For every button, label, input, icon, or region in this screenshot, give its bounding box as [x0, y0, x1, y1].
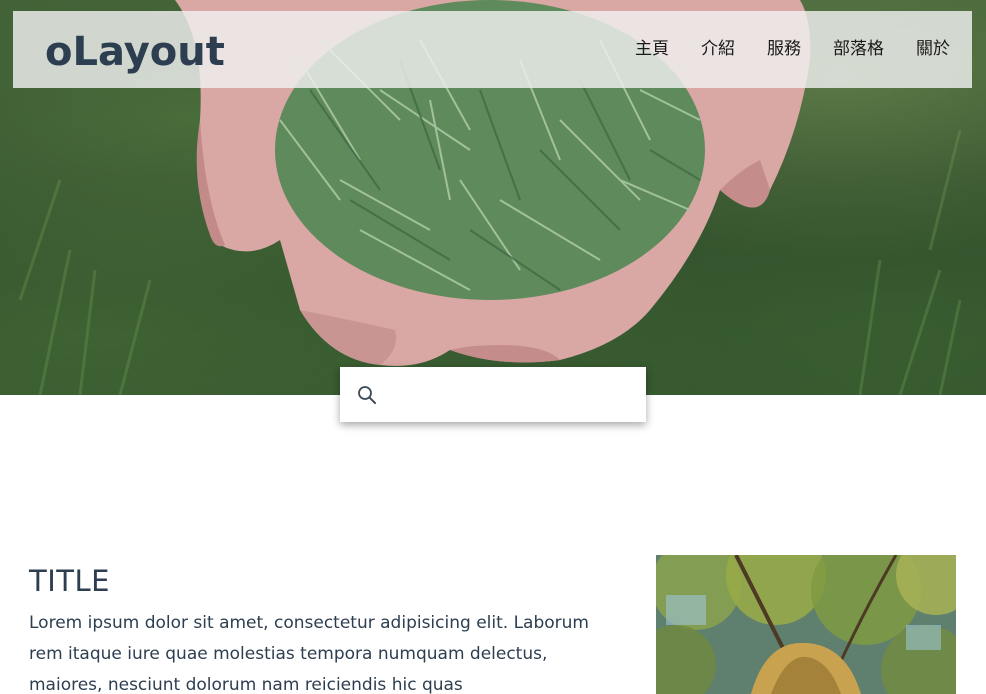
search-box: [340, 367, 646, 422]
nav-item-blog[interactable]: 部落格: [833, 37, 884, 61]
search-icon[interactable]: [356, 384, 378, 406]
brand-logo[interactable]: oLayout: [45, 30, 225, 74]
nav-item-services[interactable]: 服務: [767, 37, 801, 61]
section-title: TITLE: [29, 564, 110, 598]
nav-item-home[interactable]: 主頁: [635, 37, 669, 61]
nav-item-about[interactable]: 關於: [916, 37, 950, 61]
header-navbar: oLayout 主頁 介紹 服務 部落格 關於: [13, 11, 972, 88]
tree-canopy-image: [656, 555, 956, 694]
search-input[interactable]: [388, 377, 632, 411]
page: oLayout 主頁 介紹 服務 部落格 關於 TITLE Lorem ipsu…: [0, 0, 986, 694]
tree-canopy-illustration: [656, 555, 956, 694]
nav-item-intro[interactable]: 介紹: [701, 37, 735, 61]
section-body-text: Lorem ipsum dolor sit amet, consectetur …: [29, 613, 589, 694]
main-nav: 主頁 介紹 服務 部落格 關於: [603, 37, 950, 61]
